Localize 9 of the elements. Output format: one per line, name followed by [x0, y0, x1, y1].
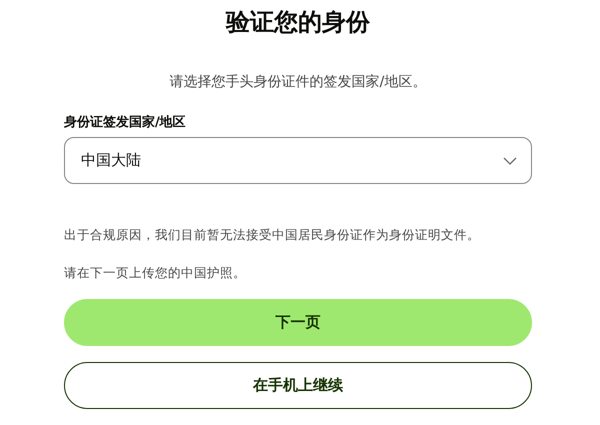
page-title: 验证您的身份: [224, 7, 371, 38]
notice-text: 出于合规原因，我们目前暂无法接受中国居民身份证作为身份证明文件。: [64, 226, 481, 244]
notice-text: 请在下一页上传您的中国护照。: [64, 264, 247, 282]
instruction-text: 请选择您手头身份证件的签发国家/地区。: [168, 73, 428, 92]
continue-on-phone-button[interactable]: 在手机上继续: [64, 362, 532, 409]
chevron-down-icon: [503, 156, 517, 164]
field-label: 身份证签发国家/地区: [64, 114, 187, 132]
country-select[interactable]: 中国大陆: [64, 137, 532, 184]
next-page-button[interactable]: 下一页: [64, 299, 532, 346]
